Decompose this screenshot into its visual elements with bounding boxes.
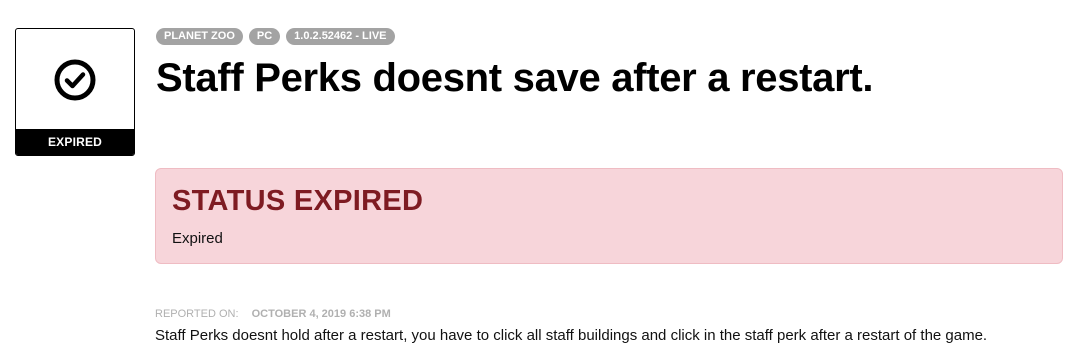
- tag-game[interactable]: PLANET ZOO: [156, 28, 243, 45]
- status-heading: STATUS EXPIRED: [172, 185, 424, 217]
- tag-version[interactable]: 1.0.2.52462 - LIVE: [286, 28, 395, 45]
- reported-on-label: REPORTED ON:: [155, 308, 239, 320]
- page-title: Staff Perks doesnt save after a restart.: [156, 56, 874, 100]
- reported-on-date: OCTOBER 4, 2019 6:38 PM: [251, 308, 391, 320]
- tag-platform[interactable]: PC: [248, 28, 281, 45]
- status-detail: Expired: [172, 230, 223, 247]
- check-circle-icon: [54, 59, 96, 101]
- status-card-label: EXPIRED: [16, 129, 134, 155]
- tag-list: PLANET ZOO PC 1.0.2.52462 - LIVE: [156, 28, 395, 45]
- report-description: Staff Perks doesnt hold after a restart,…: [155, 327, 988, 344]
- status-card: EXPIRED: [15, 28, 135, 156]
- bug-report-page: EXPIRED PLANET ZOO PC 1.0.2.52462 - LIVE…: [0, 0, 1082, 355]
- reported-on: REPORTED ON: OCTOBER 4, 2019 6:38 PM: [155, 308, 391, 320]
- status-box: STATUS EXPIRED Expired: [155, 168, 1063, 264]
- status-icon-wrap: [16, 29, 134, 131]
